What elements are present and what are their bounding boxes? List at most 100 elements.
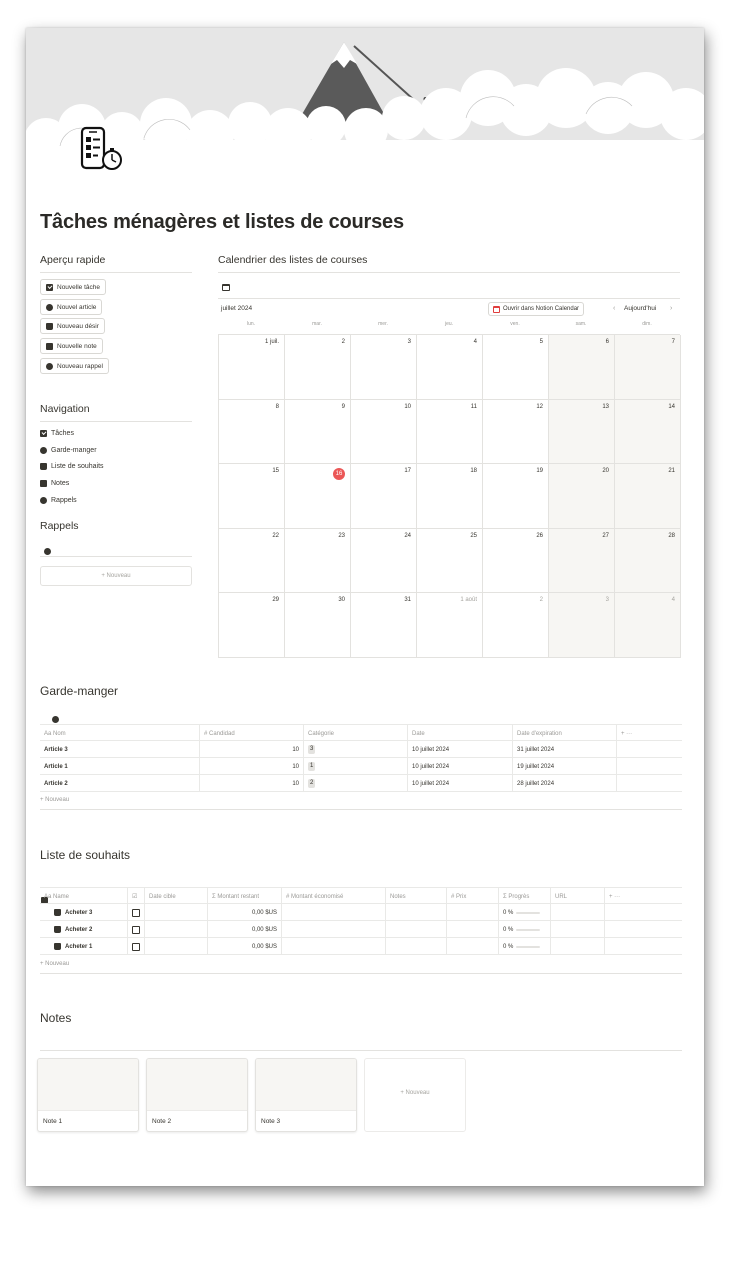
calendar-day-cell[interactable]: 15: [219, 464, 285, 529]
wish-notes[interactable]: [386, 904, 447, 921]
open-notion-calendar-button[interactable]: Ouvrir dans Notion Calendar: [488, 302, 585, 316]
new-wish-button[interactable]: Nouveau désir: [40, 318, 105, 334]
calendar-day-cell[interactable]: 26: [483, 528, 549, 594]
nav-wishlist[interactable]: Liste de souhaits: [40, 463, 104, 470]
wish-checkbox[interactable]: [128, 938, 145, 955]
calendar-day-cell[interactable]: 9: [285, 399, 351, 465]
wish-checkbox[interactable]: [128, 921, 145, 938]
wish-progress[interactable]: 0 %: [499, 904, 551, 921]
column-header[interactable]: ☑: [128, 888, 145, 905]
calendar-day-cell[interactable]: 12: [483, 399, 549, 465]
item-expiration[interactable]: 19 juillet 2024: [513, 758, 617, 775]
column-header[interactable]: Aa Name: [40, 888, 128, 905]
empty-cell[interactable]: [617, 758, 682, 775]
wish-saved[interactable]: [282, 921, 386, 938]
wish-progress[interactable]: 0 %: [499, 938, 551, 955]
new-note-card-button[interactable]: + Nouveau: [364, 1058, 466, 1132]
column-header[interactable]: Σ Progrès: [499, 888, 551, 905]
wish-target-date[interactable]: [145, 921, 208, 938]
calendar-day-cell[interactable]: 5: [483, 335, 549, 400]
note-card[interactable]: Note 1: [37, 1058, 139, 1132]
empty-cell[interactable]: [617, 741, 682, 758]
wishlist-new-row-button[interactable]: + Nouveau: [40, 961, 69, 967]
wish-checkbox[interactable]: [128, 904, 145, 921]
table-row[interactable]: Acheter 2 0,00 $US 0 %: [40, 921, 682, 938]
calendar-day-cell[interactable]: 29: [219, 593, 285, 658]
today-button[interactable]: Aujourd'hui: [624, 305, 656, 312]
wish-price[interactable]: [447, 938, 499, 955]
calendar-day-cell[interactable]: 1 août: [417, 593, 483, 658]
calendar-day-cell[interactable]: 16: [285, 464, 351, 529]
column-header[interactable]: # Candidad: [200, 725, 304, 742]
item-quantity[interactable]: 10: [200, 758, 304, 775]
item-expiration[interactable]: 31 juillet 2024: [513, 741, 617, 758]
nav-reminders[interactable]: Rappels: [40, 497, 77, 504]
calendar-day-cell[interactable]: 18: [417, 464, 483, 529]
calendar-view-icon[interactable]: [222, 284, 230, 291]
calendar-day-cell[interactable]: 3: [351, 335, 417, 400]
pantry-new-row-button[interactable]: + Nouveau: [40, 797, 69, 803]
calendar-day-cell[interactable]: 1 juil.: [219, 335, 285, 400]
calendar-day-cell[interactable]: 4: [417, 335, 483, 400]
calendar-day-cell[interactable]: 27: [549, 528, 615, 594]
wish-progress[interactable]: 0 %: [499, 921, 551, 938]
wish-remaining[interactable]: 0,00 $US: [208, 904, 282, 921]
wish-target-date[interactable]: [145, 938, 208, 955]
column-header[interactable]: # Montant économisé: [282, 888, 386, 905]
calendar-day-cell[interactable]: 25: [417, 528, 483, 594]
nav-tasks[interactable]: Tâches: [40, 430, 74, 437]
calendar-day-cell[interactable]: 3: [549, 593, 615, 658]
checkbox[interactable]: [132, 925, 140, 934]
new-reminder-row-button[interactable]: + Nouveau: [40, 566, 192, 586]
checkbox[interactable]: [132, 942, 140, 951]
calendar-day-cell[interactable]: 23: [285, 528, 351, 594]
column-header[interactable]: Σ Montant restant: [208, 888, 282, 905]
calendar-day-cell[interactable]: 7: [615, 335, 681, 400]
wish-remaining[interactable]: 0,00 $US: [208, 938, 282, 955]
wish-url[interactable]: [551, 938, 605, 955]
calendar-day-cell[interactable]: 11: [417, 399, 483, 465]
note-card[interactable]: Note 3: [255, 1058, 357, 1132]
item-name[interactable]: Article 2: [40, 775, 200, 792]
item-date[interactable]: 10 juillet 2024: [408, 741, 513, 758]
calendar-day-cell[interactable]: 13: [549, 399, 615, 465]
item-category[interactable]: 3: [304, 741, 408, 758]
wish-remaining[interactable]: 0,00 $US: [208, 921, 282, 938]
item-quantity[interactable]: 10: [200, 741, 304, 758]
column-header[interactable]: Notes: [386, 888, 447, 905]
cover-image[interactable]: [26, 28, 704, 168]
column-header[interactable]: Date cible: [145, 888, 208, 905]
column-header[interactable]: Date: [408, 725, 513, 742]
new-reminder-button[interactable]: Nouveau rappel: [40, 358, 109, 374]
calendar-day-cell[interactable]: 2: [483, 593, 549, 658]
new-item-button[interactable]: Nouvel article: [40, 299, 103, 315]
wish-target-date[interactable]: [145, 904, 208, 921]
item-name[interactable]: Article 1: [40, 758, 200, 775]
empty-cell[interactable]: [605, 938, 682, 955]
wish-url[interactable]: [551, 904, 605, 921]
calendar-day-cell[interactable]: 20: [549, 464, 615, 529]
table-row[interactable]: Acheter 3 0,00 $US 0 %: [40, 904, 682, 921]
wish-saved[interactable]: [282, 904, 386, 921]
empty-cell[interactable]: [605, 904, 682, 921]
item-date[interactable]: 10 juillet 2024: [408, 758, 513, 775]
column-header[interactable]: # Prix: [447, 888, 499, 905]
table-row[interactable]: Article 1 10 1 10 juillet 2024 19 juillet 20…: [40, 758, 682, 775]
phone-checklist-icon[interactable]: [78, 126, 126, 174]
new-task-button[interactable]: Nouvelle tâche: [40, 279, 106, 295]
calendar-day-cell[interactable]: 30: [285, 593, 351, 658]
calendar-day-cell[interactable]: 2: [285, 335, 351, 400]
empty-cell[interactable]: [605, 921, 682, 938]
column-header[interactable]: URL: [551, 888, 605, 905]
calendar-day-cell[interactable]: 8: [219, 399, 285, 465]
nav-pantry[interactable]: Garde-manger: [40, 447, 97, 454]
column-header[interactable]: + ···: [617, 725, 682, 742]
nav-notes[interactable]: Notes: [40, 480, 69, 487]
wish-saved[interactable]: [282, 938, 386, 955]
calendar-day-cell[interactable]: 31: [351, 593, 417, 658]
calendar-day-cell[interactable]: 22: [219, 528, 285, 594]
calendar-day-cell[interactable]: 10: [351, 399, 417, 465]
table-row[interactable]: Acheter 1 0,00 $US 0 %: [40, 938, 682, 955]
wish-notes[interactable]: [386, 938, 447, 955]
calendar-day-cell[interactable]: 24: [351, 528, 417, 594]
